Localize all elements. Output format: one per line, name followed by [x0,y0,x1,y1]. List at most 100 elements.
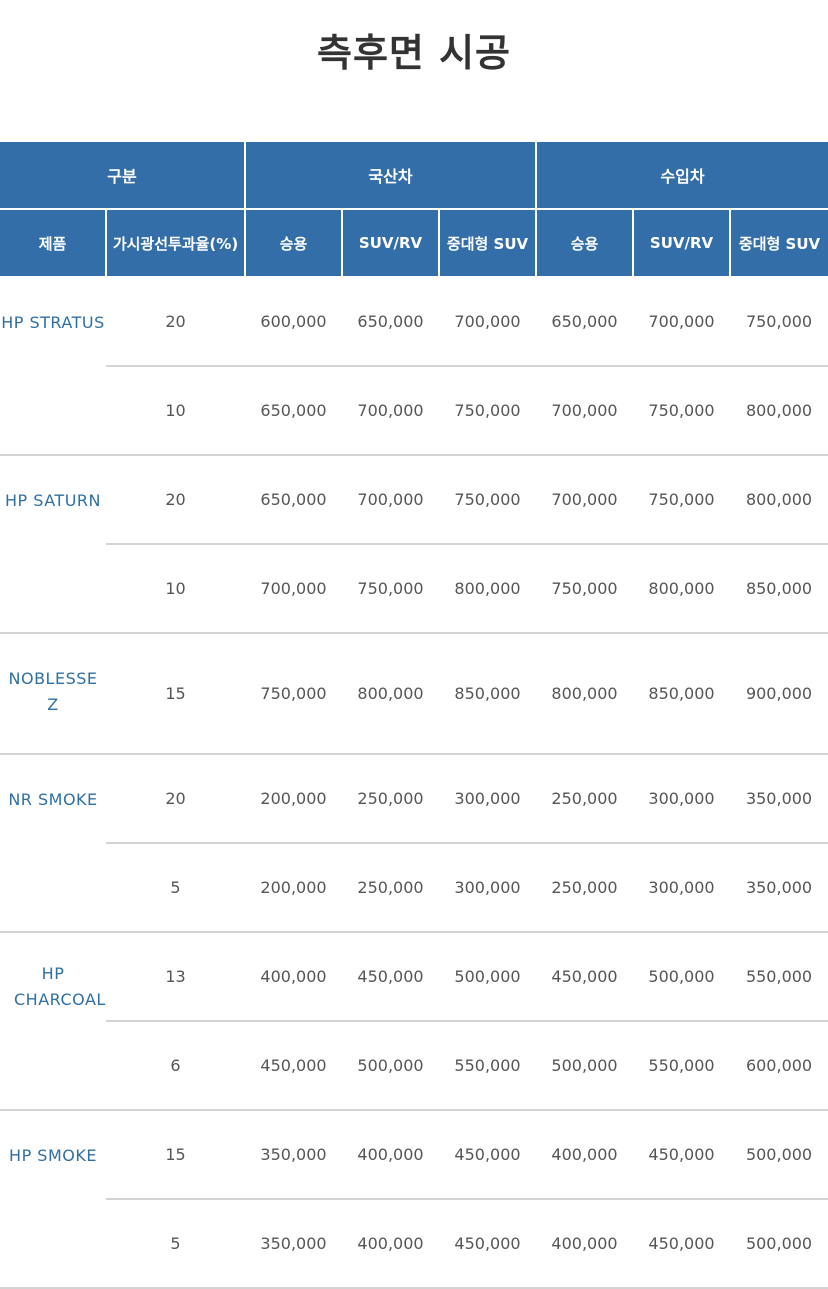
product-name: HP SMOKE [0,1110,106,1289]
price-cell-imported-passenger: 700,000 [536,366,634,456]
price-cell-domestic-suv-rv: 400,000 [342,1110,440,1200]
price-cell-domestic-large-suv: 550,000 [439,1021,537,1111]
price-cell-domestic-suv-rv: 800,000 [342,633,440,755]
header-row-columns: 제품 가시광선투과율(%) 승용 SUV/RV 중대형 SUV 승용 SUV/R… [0,209,828,278]
price-cell-imported-suv-rv: 850,000 [633,633,731,755]
price-cell-domestic-suv-rv: 700,000 [342,366,440,456]
price-cell-imported-passenger: 450,000 [536,932,634,1022]
table-row: HP SMOKE 15 350,000 400,000 450,000 400,000 45… [0,1110,828,1289]
price-cell-domestic-large-suv: 850,000 [439,633,537,755]
vlt-cell: 13 [106,932,246,1022]
price-cell-domestic-large-suv: 750,000 [439,455,537,545]
vlt-cell: 20 [106,455,246,545]
header-domestic-suv-rv: SUV/RV [341,209,441,278]
header-imported-suv-rv: SUV/RV [632,209,732,278]
price-cell-domestic-suv-rv: 450,000 [342,932,440,1022]
price-cell-domestic-large-suv: 450,000 [439,1110,537,1200]
price-cell-domestic-suv-rv: 700,000 [342,455,440,545]
price-cell-domestic-passenger: 650,000 [245,455,343,545]
price-cell-domestic-passenger: 700,000 [245,544,343,634]
price-cell-domestic-passenger: 350,000 [245,1110,343,1200]
header-imported: 수입차 [535,142,828,210]
header-imported-large-suv: 중대형 SUV [729,209,828,278]
price-cell-imported-large-suv: 800,000 [730,455,828,545]
table-row: 6 450,000 500,000 550,000 500,000 550,000 600,… [0,1021,828,1111]
price-cell-imported-suv-rv: 750,000 [633,455,731,545]
table-body: HP STRATUS 20 600,000 650,000 700,000 650,000… [0,277,828,1289]
header-vlt: 가시광선투과율(%) [104,209,247,278]
price-cell-domestic-passenger: 200,000 [245,843,343,933]
price-cell-domestic-suv-rv: 400,000 [342,1199,440,1289]
header-domestic-passenger: 승용 [244,209,344,278]
vlt-cell: 10 [106,544,246,634]
price-cell-imported-passenger: 750,000 [536,544,634,634]
price-cell-domestic-suv-rv: 750,000 [342,544,440,634]
price-cell-imported-suv-rv: 300,000 [633,754,731,844]
price-cell-domestic-passenger: 400,000 [245,932,343,1022]
table-row: 10 650,000 700,000 750,000 700,000 750,000 800… [0,366,828,456]
table-header: 구분 국산차 수입차 제품 가시광선투과율(%) 승용 SUV/RV 중대형 S… [0,142,828,278]
price-cell-domestic-passenger: 650,000 [245,366,343,456]
price-cell-domestic-large-suv: 700,000 [439,277,537,367]
price-cell-imported-suv-rv: 450,000 [633,1199,731,1289]
price-cell-domestic-large-suv: 300,000 [439,754,537,844]
price-cell-imported-passenger: 400,000 [536,1110,634,1200]
price-cell-imported-passenger: 650,000 [536,277,634,367]
price-cell-imported-suv-rv: 500,000 [633,932,731,1022]
table-row: NR SMOKE 20 200,000 250,000 300,000 250,000 30… [0,754,828,933]
price-cell-imported-passenger: 250,000 [536,843,634,933]
price-cell-imported-large-suv: 750,000 [730,277,828,367]
price-cell-imported-passenger: 400,000 [536,1199,634,1289]
price-cell-imported-suv-rv: 750,000 [633,366,731,456]
table-row: NOBLESSE Z 15 750,000 800,000 850,000 800,000… [0,633,828,755]
vlt-cell: 15 [106,633,246,755]
header-product: 제품 [0,209,107,278]
price-cell-imported-large-suv: 350,000 [730,754,828,844]
price-cell-domestic-large-suv: 450,000 [439,1199,537,1289]
price-cell-imported-large-suv: 900,000 [730,633,828,755]
price-cell-imported-passenger: 500,000 [536,1021,634,1111]
price-cell-domestic-large-suv: 750,000 [439,366,537,456]
product-name: NOBLESSE Z [0,633,106,755]
price-cell-domestic-passenger: 750,000 [245,633,343,755]
product-name: HP SATURN [0,455,106,634]
product-name: NR SMOKE [0,754,106,933]
vlt-cell: 20 [106,277,246,367]
price-cell-imported-large-suv: 850,000 [730,544,828,634]
price-cell-domestic-large-suv: 800,000 [439,544,537,634]
price-cell-imported-passenger: 800,000 [536,633,634,755]
price-cell-imported-suv-rv: 700,000 [633,277,731,367]
vlt-cell: 6 [106,1021,246,1111]
price-cell-imported-suv-rv: 450,000 [633,1110,731,1200]
price-cell-imported-suv-rv: 550,000 [633,1021,731,1111]
vlt-cell: 10 [106,366,246,456]
table-row: HP CHARCOAL 13 400,000 450,000 500,000 450,00… [0,932,828,1111]
price-cell-domestic-suv-rv: 250,000 [342,843,440,933]
price-cell-imported-passenger: 250,000 [536,754,634,844]
price-cell-domestic-suv-rv: 250,000 [342,754,440,844]
price-cell-imported-passenger: 700,000 [536,455,634,545]
vlt-cell: 5 [106,843,246,933]
product-name: HP STRATUS [0,277,106,456]
page-title: 측후면 시공 [316,31,512,75]
table-row: 5 350,000 400,000 450,000 400,000 450,000 500,… [0,1199,828,1289]
price-cell-domestic-passenger: 450,000 [245,1021,343,1111]
vlt-cell: 5 [106,1199,246,1289]
price-cell-imported-suv-rv: 300,000 [633,843,731,933]
header-category: 구분 [0,142,247,210]
price-cell-domestic-passenger: 200,000 [245,754,343,844]
product-name: HP CHARCOAL [0,932,106,1111]
price-cell-domestic-suv-rv: 650,000 [342,277,440,367]
vlt-cell: 20 [106,754,246,844]
price-cell-domestic-large-suv: 300,000 [439,843,537,933]
header-domestic-large-suv: 중대형 SUV [438,209,538,278]
price-cell-domestic-passenger: 600,000 [245,277,343,367]
price-cell-domestic-large-suv: 500,000 [439,932,537,1022]
header-domestic: 국산차 [244,142,538,210]
table-row: 5 200,000 250,000 300,000 250,000 300,000 350,… [0,843,828,933]
table-row: 10 700,000 750,000 800,000 750,000 800,000 850… [0,544,828,634]
price-cell-imported-large-suv: 500,000 [730,1199,828,1289]
price-cell-domestic-passenger: 350,000 [245,1199,343,1289]
price-cell-imported-large-suv: 550,000 [730,932,828,1022]
price-cell-imported-large-suv: 350,000 [730,843,828,933]
